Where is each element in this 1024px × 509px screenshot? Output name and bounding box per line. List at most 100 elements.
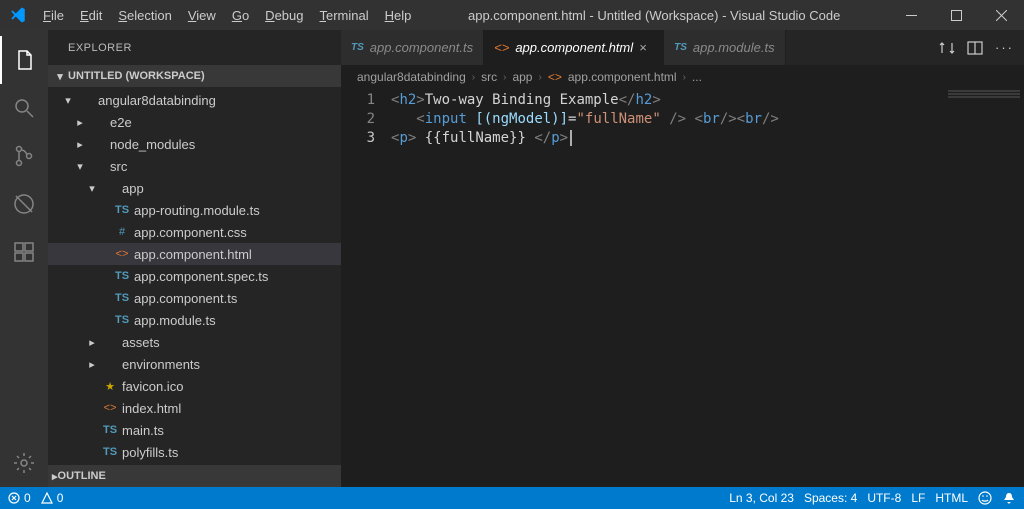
tab-actions: ··· xyxy=(939,30,1024,65)
debug-icon[interactable] xyxy=(0,180,48,228)
tree-item[interactable]: ▸environments xyxy=(48,353,341,375)
tree-item[interactable]: ▾angular8databinding xyxy=(48,89,341,111)
breadcrumbs[interactable]: angular8databinding›src›app›<>app.compon… xyxy=(341,65,1024,89)
breadcrumb-item[interactable]: app.component.html xyxy=(568,70,677,84)
sidebar: EXPLORER ▾ UNTITLED (WORKSPACE) ▾angular… xyxy=(48,30,341,487)
menu-item-go[interactable]: Go xyxy=(224,4,257,27)
status-lncol[interactable]: Ln 3, Col 23 xyxy=(729,491,794,505)
line-number: 3 xyxy=(341,129,375,148)
close-button[interactable] xyxy=(979,0,1024,30)
compare-icon[interactable] xyxy=(939,40,955,56)
error-count: 0 xyxy=(24,491,31,505)
tree-item[interactable]: ▸node_modules xyxy=(48,133,341,155)
menu-item-file[interactable]: File xyxy=(35,4,72,27)
workspace-name: UNTITLED (WORKSPACE) xyxy=(68,70,205,82)
breadcrumb-item[interactable]: app xyxy=(512,70,532,84)
twisty-icon: ▾ xyxy=(84,182,100,195)
menu-item-selection[interactable]: Selection xyxy=(110,4,179,27)
tab[interactable]: <>app.component.html× xyxy=(484,30,664,65)
breadcrumb-item[interactable]: ... xyxy=(692,70,702,84)
split-editor-icon[interactable] xyxy=(967,40,983,56)
twisty-icon: ▸ xyxy=(72,116,88,129)
file-icon: TS xyxy=(351,42,364,53)
tree-item[interactable]: TSapp.component.ts xyxy=(48,287,341,309)
tree-item[interactable]: TSpolyfills.ts xyxy=(48,441,341,463)
code-area[interactable]: <h2>Two-way Binding Example</h2> <input … xyxy=(391,89,944,487)
file-icon: TS xyxy=(100,446,120,458)
tree-item[interactable]: ▸e2e xyxy=(48,111,341,133)
menu-item-view[interactable]: View xyxy=(180,4,224,27)
tree-item[interactable]: TSapp.component.spec.ts xyxy=(48,265,341,287)
menu-item-edit[interactable]: Edit xyxy=(72,4,110,27)
notifications-icon[interactable] xyxy=(1002,491,1016,505)
tree-item[interactable]: ▾app xyxy=(48,177,341,199)
tree-item-label: index.html xyxy=(120,401,181,416)
tab[interactable]: TSapp.component.ts xyxy=(341,30,484,65)
menu-item-terminal[interactable]: Terminal xyxy=(311,4,376,27)
status-language[interactable]: HTML xyxy=(935,491,968,505)
minimap[interactable] xyxy=(944,89,1024,487)
tree-item[interactable]: ▾ src xyxy=(48,155,341,177)
file-icon: TS xyxy=(112,270,132,282)
tree-item-label: environments xyxy=(120,357,200,372)
twisty-icon: ▾ xyxy=(72,160,88,173)
maximize-button[interactable] xyxy=(934,0,979,30)
editor-group: TSapp.component.ts<>app.component.html×T… xyxy=(341,30,1024,487)
tree-item[interactable]: TSapp-routing.module.ts xyxy=(48,199,341,221)
file-tree: ▾angular8databinding▸e2e▸node_modules▾sr… xyxy=(48,87,341,465)
chevron-down-icon: ▾ xyxy=(52,70,68,83)
tree-item-label: app-routing.module.ts xyxy=(132,203,260,218)
code-line[interactable]: <input [(ngModel)]="fullName" /> <br/><b… xyxy=(391,110,944,129)
titlebar: FileEditSelectionViewGoDebugTerminalHelp… xyxy=(0,0,1024,30)
menu-item-debug[interactable]: Debug xyxy=(257,4,311,27)
extensions-icon[interactable] xyxy=(0,228,48,276)
tree-item[interactable]: #app.component.css xyxy=(48,221,341,243)
feedback-icon[interactable] xyxy=(978,491,992,505)
breadcrumb-separator: › xyxy=(468,72,479,83)
source-control-icon[interactable] xyxy=(0,132,48,180)
code-line[interactable]: <h2>Two-way Binding Example</h2> xyxy=(391,91,944,110)
outline-section-header[interactable]: ▸ OUTLINE xyxy=(48,465,341,487)
editor[interactable]: 123 <h2>Two-way Binding Example</h2> <in… xyxy=(341,89,1024,487)
file-icon: TS xyxy=(674,42,687,53)
status-warnings[interactable]: 0 xyxy=(41,491,64,505)
status-eol[interactable]: LF xyxy=(911,491,925,505)
breadcrumb-item[interactable]: angular8databinding xyxy=(357,70,466,84)
tree-item[interactable]: TSapp.module.ts xyxy=(48,309,341,331)
tree-item[interactable]: <>index.html xyxy=(48,397,341,419)
status-spaces[interactable]: Spaces: 4 xyxy=(804,491,857,505)
breadcrumb-separator: › xyxy=(534,72,545,83)
file-icon: ★ xyxy=(100,380,120,393)
cursor xyxy=(570,130,572,146)
settings-icon[interactable] xyxy=(0,439,48,487)
warning-count: 0 xyxy=(57,491,64,505)
outline-label: OUTLINE xyxy=(58,470,106,482)
minimize-button[interactable] xyxy=(889,0,934,30)
more-icon[interactable]: ··· xyxy=(995,40,1014,55)
menu-bar: FileEditSelectionViewGoDebugTerminalHelp xyxy=(35,4,419,27)
tree-item[interactable]: ▸assets xyxy=(48,331,341,353)
tree-item-label: src xyxy=(108,159,127,174)
code-line[interactable]: <p> {{fullName}} </p> xyxy=(391,129,944,148)
file-icon: <> xyxy=(494,40,509,55)
menu-item-help[interactable]: Help xyxy=(377,4,420,27)
tree-item[interactable]: TSmain.ts xyxy=(48,419,341,441)
tree-item-label: angular8databinding xyxy=(96,93,216,108)
status-encoding[interactable]: UTF-8 xyxy=(867,491,901,505)
status-errors[interactable]: 0 xyxy=(8,491,31,505)
vscode-logo-icon xyxy=(0,6,35,24)
tree-item-label: node_modules xyxy=(108,137,195,152)
tree-item-label: favicon.ico xyxy=(120,379,183,394)
status-bar: 0 0 Ln 3, Col 23 Spaces: 4 UTF-8 LF HTML xyxy=(0,487,1024,509)
explorer-icon[interactable] xyxy=(0,36,48,84)
breadcrumb-item[interactable]: src xyxy=(481,70,497,84)
tree-item-label: assets xyxy=(120,335,160,350)
tab[interactable]: TSapp.module.ts xyxy=(664,30,785,65)
tree-item[interactable]: <>app.component.html xyxy=(48,243,341,265)
close-icon[interactable]: × xyxy=(639,40,653,55)
workspace-section-header[interactable]: ▾ UNTITLED (WORKSPACE) xyxy=(48,65,341,87)
search-icon[interactable] xyxy=(0,84,48,132)
file-icon: <> xyxy=(100,402,120,414)
tree-item-label: main.ts xyxy=(120,423,164,438)
tree-item[interactable]: ★favicon.ico xyxy=(48,375,341,397)
